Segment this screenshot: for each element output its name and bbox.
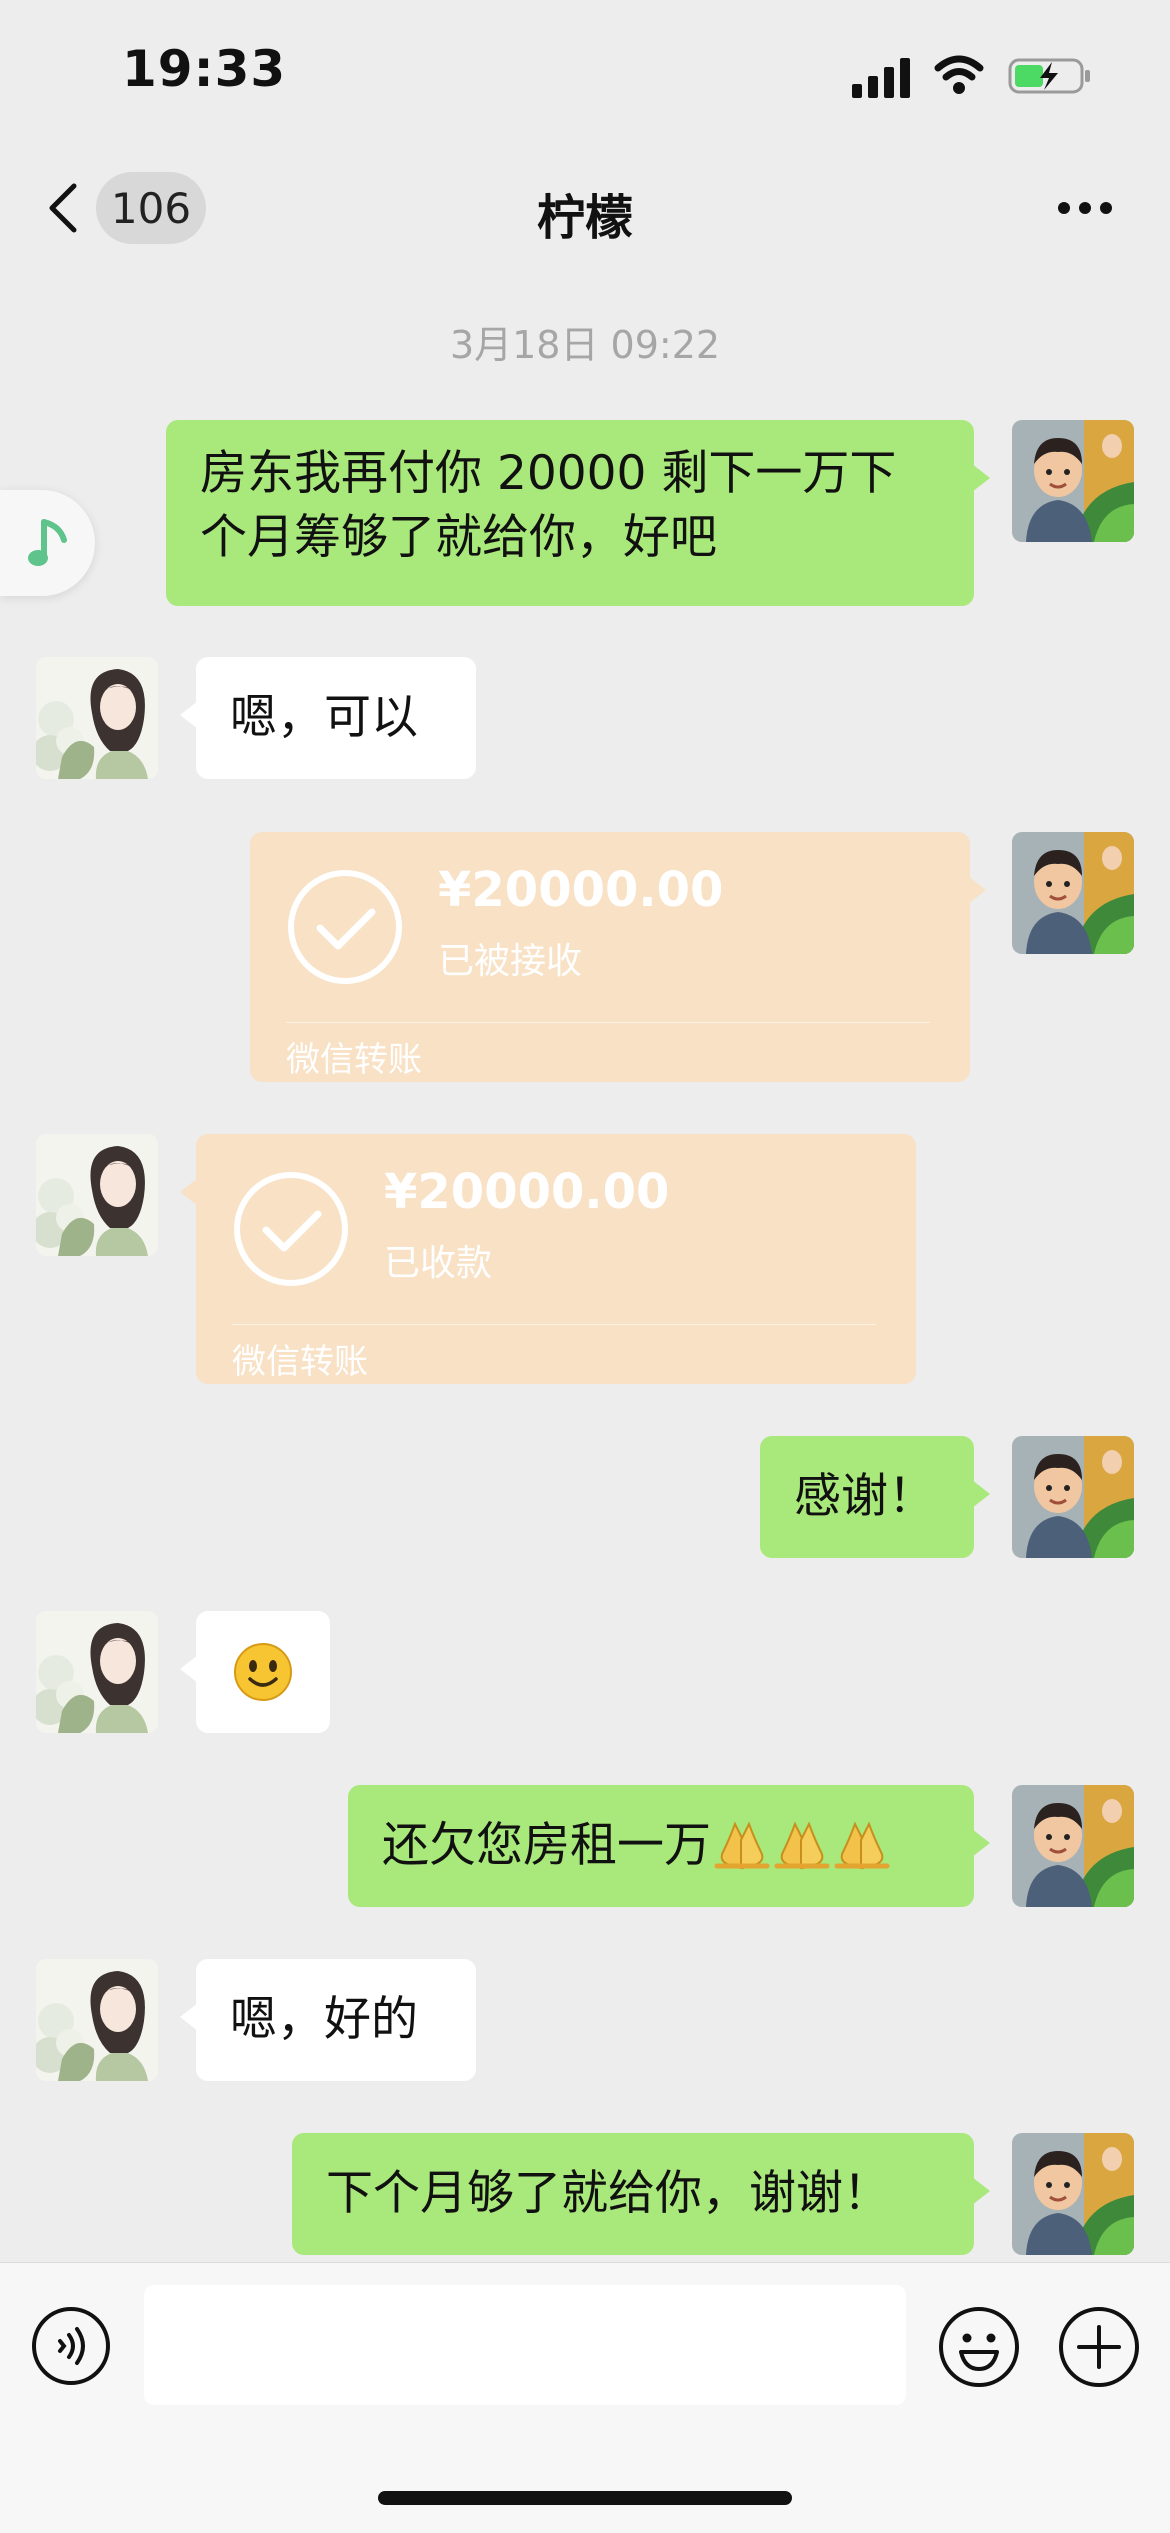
wifi-icon bbox=[934, 55, 984, 94]
status-bar: 19:33 bbox=[0, 0, 1170, 150]
message-input[interactable] bbox=[144, 2285, 906, 2405]
battery-charging-icon bbox=[1008, 58, 1090, 94]
message-text: 嗯，好的 bbox=[230, 1992, 418, 2047]
contact-avatar[interactable] bbox=[36, 657, 158, 779]
message-bubble-sent[interactable]: 感谢！ bbox=[760, 1436, 990, 1558]
cellular-signal-icon bbox=[852, 58, 910, 98]
message-text: 房东我再付你 20000 剩下一万下个月筹够了就给你，好吧 bbox=[200, 446, 897, 565]
contact-avatar[interactable] bbox=[36, 1134, 158, 1256]
message-bubble-sent[interactable]: 房东我再付你 20000 剩下一万下个月筹够了就给你，好吧 bbox=[166, 420, 990, 606]
home-indicator bbox=[378, 2491, 792, 2505]
message-text: 嗯，可以 bbox=[230, 690, 418, 745]
message-bubble-received[interactable]: 嗯，可以 bbox=[180, 657, 476, 779]
message-bubble-sent[interactable]: 还欠您房租一万 bbox=[348, 1785, 990, 1907]
floating-music-button[interactable] bbox=[0, 490, 95, 596]
transfer-label: 微信转账 bbox=[286, 1040, 422, 1080]
check-circle-icon bbox=[234, 1172, 348, 1286]
message-text: 下个月够了就给你，谢谢！ bbox=[326, 2166, 890, 2221]
pray-emoji-icon bbox=[773, 1818, 831, 1874]
message-bubble-received[interactable] bbox=[180, 1611, 330, 1733]
chat-header: 106 柠檬 bbox=[0, 150, 1170, 265]
voice-icon[interactable] bbox=[30, 2305, 112, 2387]
message-text: 还欠您房租一万 bbox=[382, 1818, 711, 1873]
contact-avatar[interactable] bbox=[36, 1611, 158, 1733]
more-icon[interactable] bbox=[1056, 200, 1114, 216]
pray-emoji-icon bbox=[713, 1818, 771, 1874]
transfer-amount: ¥20000.00 bbox=[438, 862, 724, 918]
smile-emoji-icon bbox=[234, 1643, 292, 1701]
smile-icon[interactable] bbox=[937, 2305, 1021, 2389]
my-avatar[interactable] bbox=[1012, 832, 1134, 954]
transfer-status: 已被接收 bbox=[438, 941, 583, 982]
plus-icon[interactable] bbox=[1057, 2305, 1141, 2389]
contact-avatar[interactable] bbox=[36, 1959, 158, 2081]
my-avatar[interactable] bbox=[1012, 420, 1134, 542]
music-note-icon bbox=[28, 519, 67, 566]
transfer-label: 微信转账 bbox=[232, 1342, 368, 1382]
message-bubble-sent[interactable]: 下个月够了就给你，谢谢！ bbox=[292, 2133, 990, 2255]
transfer-amount: ¥20000.00 bbox=[384, 1164, 670, 1220]
message-bubble-received[interactable]: 嗯，好的 bbox=[180, 1959, 476, 2081]
transfer-divider bbox=[286, 1022, 930, 1023]
my-avatar[interactable] bbox=[1012, 1436, 1134, 1558]
transfer-card-sent[interactable]: ¥20000.00 已被接收 微信转账 bbox=[250, 832, 986, 1082]
my-avatar[interactable] bbox=[1012, 2133, 1134, 2255]
status-time: 19:33 bbox=[122, 40, 287, 98]
transfer-divider bbox=[232, 1324, 876, 1325]
transfer-card-received[interactable]: ¥20000.00 已收款 微信转账 bbox=[180, 1134, 916, 1384]
chat-title: 柠檬 bbox=[536, 190, 633, 246]
check-circle-icon bbox=[288, 870, 402, 984]
input-bar bbox=[0, 2262, 1170, 2533]
message-text: 感谢！ bbox=[794, 1469, 935, 1524]
transfer-status: 已收款 bbox=[384, 1243, 493, 1284]
pray-emoji-icon bbox=[833, 1818, 891, 1874]
message-timestamp: 3月18日 09:22 bbox=[449, 323, 721, 367]
my-avatar[interactable] bbox=[1012, 1785, 1134, 1907]
